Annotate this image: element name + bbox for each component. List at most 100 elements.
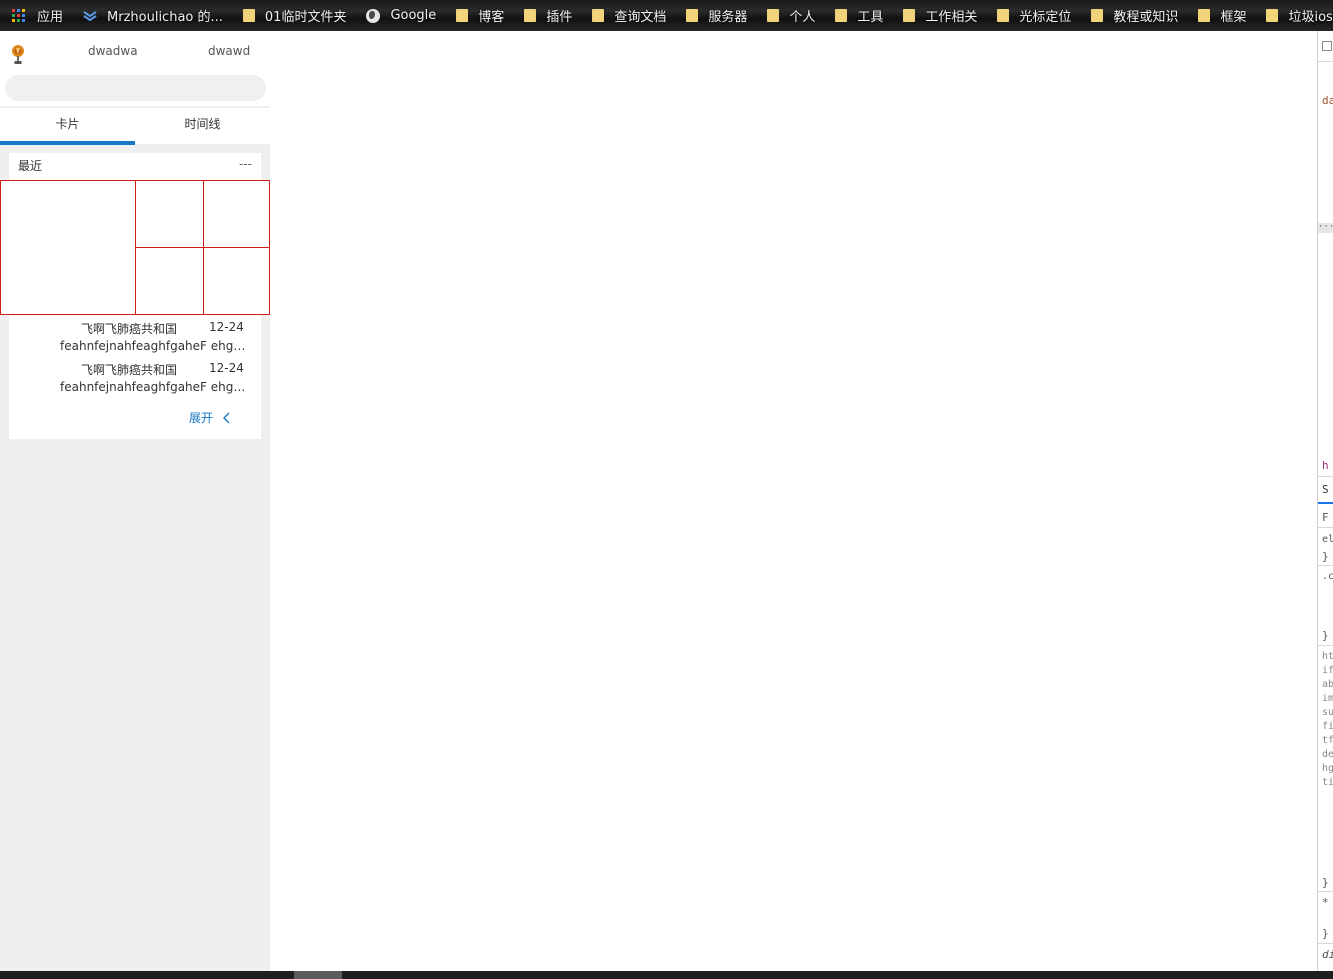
bookmark-label: 教程或知识 (1113, 10, 1179, 25)
devtools-code-line: ab (1322, 679, 1333, 690)
devtools-code-line: di (1322, 948, 1333, 961)
bookmark-label: 个人 (789, 10, 816, 25)
tab-timeline[interactable]: 时间线 (135, 108, 270, 145)
bookmark-label: 框架 (1220, 10, 1247, 25)
bookmark-label: Google (390, 8, 437, 23)
bookmarks-bar: 应用 Mrzhoulichao 的... 01临时文件夹 Google 博客 插… (0, 0, 1333, 31)
bookmark-label: 光标定位 (1019, 10, 1072, 25)
bookmark-mrzhoulichao[interactable]: Mrzhoulichao 的... (83, 6, 223, 25)
devtools-code-line: tf (1322, 735, 1333, 746)
user-name-secondary[interactable]: dwawd (208, 44, 250, 58)
devtools-code-line: de (1322, 749, 1333, 760)
devtools-tab-styles[interactable]: S (1322, 483, 1329, 496)
photo-cell[interactable] (135, 180, 204, 248)
apps-icon (12, 9, 25, 22)
bookmark-apps[interactable]: 应用 (12, 6, 63, 25)
devtools-breadcrumb[interactable]: h (1322, 459, 1329, 472)
devtools-toggle-icon[interactable] (1322, 41, 1332, 51)
folder-icon (1198, 9, 1211, 22)
search-input[interactable] (5, 75, 266, 101)
message-date: 12-24 (209, 361, 244, 375)
bookmark-blog[interactable]: 博客 (456, 6, 504, 25)
devtools-code-line: } (1322, 550, 1329, 563)
card-title: 最近 (18, 159, 43, 173)
bookmark-tutorials[interactable]: 教程或知识 (1091, 6, 1178, 25)
folder-icon (456, 9, 469, 22)
photo-cell[interactable] (135, 247, 204, 315)
bookmark-label: 博客 (478, 10, 505, 25)
bookmark-label: 工具 (857, 10, 884, 25)
expand-button[interactable]: 展开 (189, 409, 231, 426)
chevron-left-icon (222, 412, 231, 424)
devtools-tab-indicator (1318, 502, 1333, 504)
message-date: 12-24 (209, 320, 244, 334)
app-panel: dwadwa dwawd 卡片 时间线 最近 --- 飞啊飞肺癌共和国 12-2… (0, 31, 270, 971)
globe-icon (366, 8, 381, 23)
devtools-code-line: } (1322, 876, 1329, 889)
devtools-filter-input[interactable]: F (1322, 511, 1329, 524)
tab-cards[interactable]: 卡片 (0, 108, 135, 145)
devtools-code-line: hg (1322, 763, 1333, 774)
bookmark-servers[interactable]: 服务器 (686, 6, 747, 25)
devtools-code-line: if (1322, 665, 1333, 676)
message-preview: feahnfejnahfeaghfgaheF ehgafjaghdfgahdfg (60, 339, 246, 353)
folder-icon (767, 9, 780, 22)
folder-icon (686, 9, 699, 22)
photo-cell-large[interactable] (0, 180, 136, 315)
taskbar (0, 971, 1333, 979)
taskbar-item[interactable] (294, 971, 342, 979)
message-preview: feahnfejnahfeaghfgaheF ehgafjaghdfgahdfg (60, 380, 246, 394)
bookmark-label: 工作相关 (925, 10, 978, 25)
bookmark-label: 服务器 (708, 10, 748, 25)
bookmark-cursor[interactable]: 光标定位 (997, 6, 1071, 25)
photo-grid (0, 180, 270, 315)
user-name-primary[interactable]: dwadwa (88, 44, 138, 58)
devtools-code-line: el (1322, 534, 1333, 545)
folder-icon (1091, 9, 1104, 22)
divider (1318, 527, 1333, 528)
devtools-code-line: da (1322, 94, 1333, 107)
bookmark-label: 垃圾ios兼容问题 (1288, 10, 1333, 25)
folder-icon (524, 9, 537, 22)
divider (1318, 61, 1333, 62)
bookmark-ios-issues[interactable]: 垃圾ios兼容问题 (1266, 6, 1333, 25)
bookmark-google[interactable]: Google (366, 8, 436, 23)
bookmark-label: Mrzhoulichao 的... (107, 10, 223, 25)
photo-cell[interactable] (203, 247, 270, 315)
chevron-icon (83, 10, 97, 22)
folder-icon (903, 9, 916, 22)
bookmark-temp-folder[interactable]: 01临时文件夹 (242, 6, 347, 25)
expand-label: 展开 (189, 411, 214, 425)
trophy-icon[interactable] (10, 44, 26, 66)
devtools-code-line: } (1322, 629, 1329, 642)
devtools-code-line: * (1322, 896, 1329, 909)
bookmark-work[interactable]: 工作相关 (903, 6, 977, 25)
bookmark-tools[interactable]: 工具 (835, 6, 883, 25)
folder-icon (1266, 9, 1279, 22)
bookmark-frameworks[interactable]: 框架 (1198, 6, 1246, 25)
devtools-code-line: } (1322, 927, 1329, 940)
devtools-code-line: .c (1322, 571, 1333, 582)
divider (1318, 645, 1333, 646)
bookmark-personal[interactable]: 个人 (767, 6, 815, 25)
devtools-code-line: fi (1322, 721, 1333, 732)
bookmark-plugins[interactable]: 插件 (524, 6, 572, 25)
folder-icon (997, 9, 1010, 22)
bookmark-label: 01临时文件夹 (264, 10, 347, 25)
message-sender: 飞啊飞肺癌共和国 (81, 322, 178, 336)
divider (1318, 943, 1333, 944)
devtools-code-line: im (1322, 693, 1333, 704)
divider (1318, 891, 1333, 892)
bookmark-label: 插件 (546, 10, 573, 25)
bookmark-label: 应用 (37, 10, 64, 25)
devtools-ellipsis-icon[interactable]: ··· (1318, 223, 1333, 233)
bookmark-docs[interactable]: 查询文档 (592, 6, 666, 25)
devtools-panel: da ··· h S F el } .c } ht if ab im su fi… (1317, 31, 1333, 971)
divider (1318, 476, 1333, 477)
message-sender: 飞啊飞肺癌共和国 (81, 363, 178, 377)
divider (1318, 565, 1333, 566)
folder-icon (242, 9, 255, 22)
devtools-code-line: su (1322, 707, 1333, 718)
card-more-button[interactable]: --- (239, 157, 252, 171)
photo-cell[interactable] (203, 180, 270, 248)
